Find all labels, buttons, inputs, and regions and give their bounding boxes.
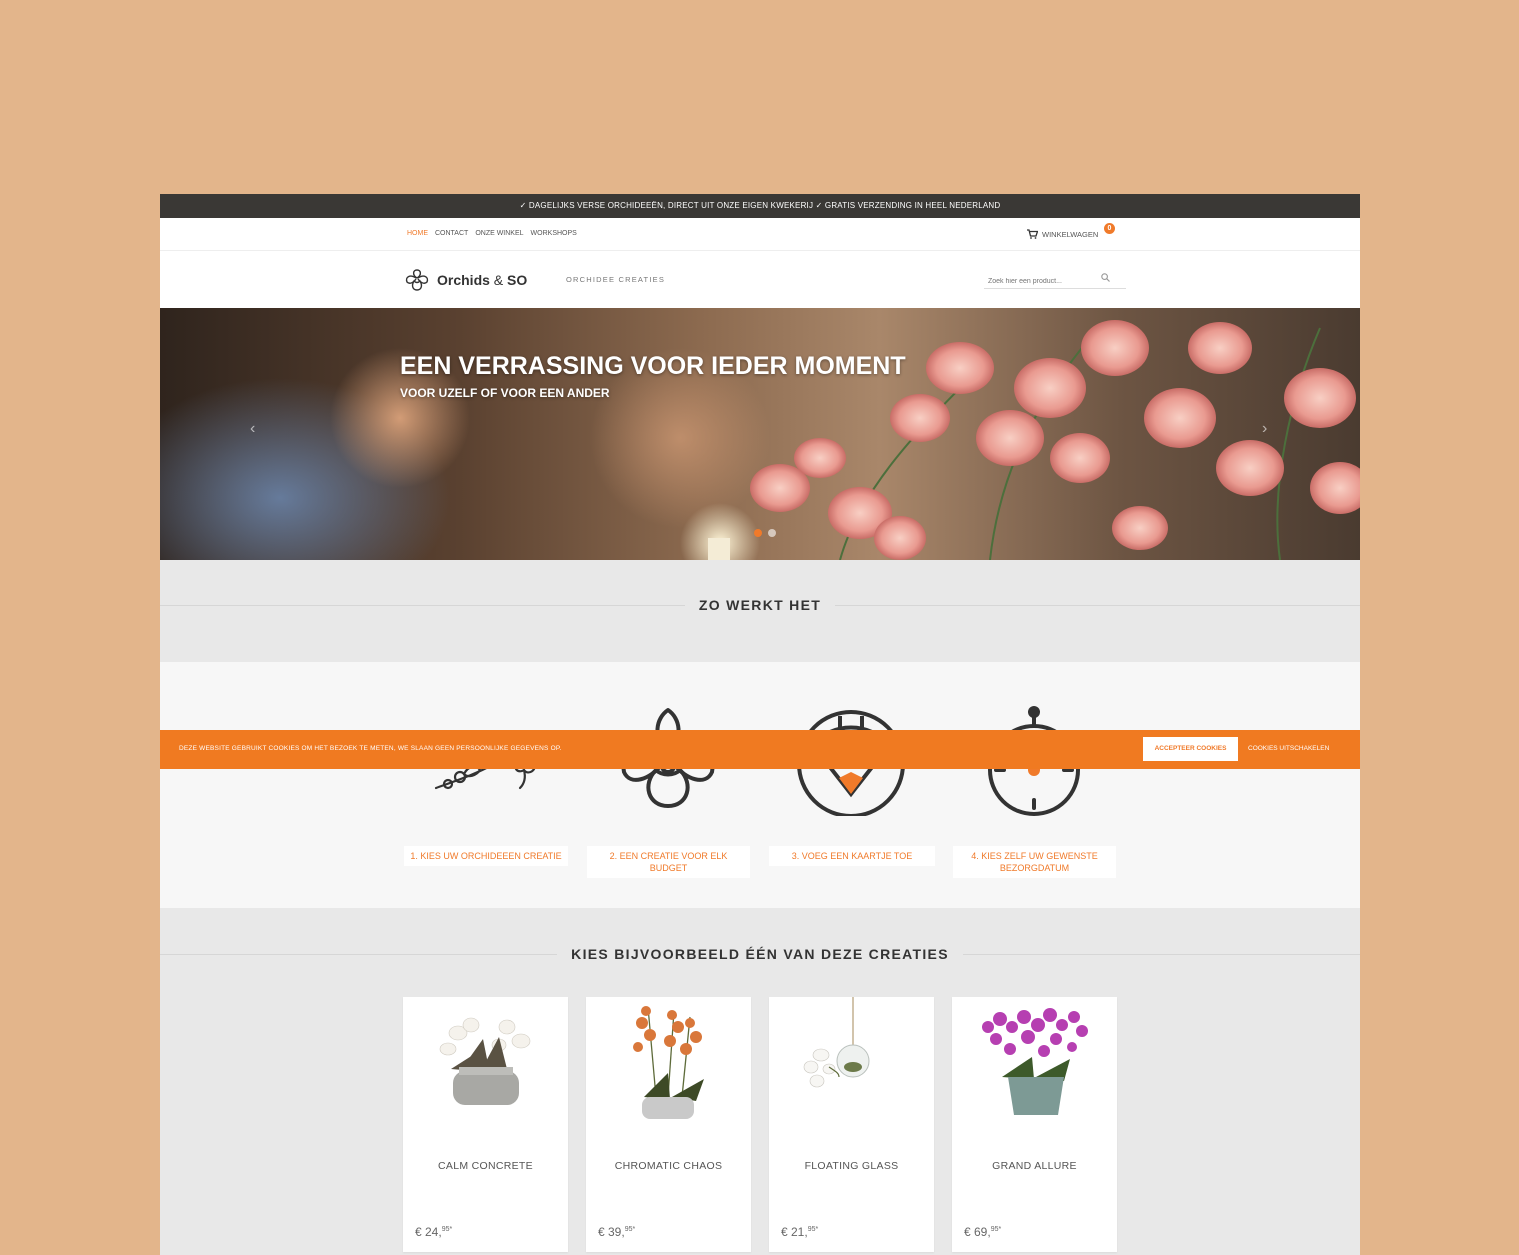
product-price: € 21,95* [781,1225,818,1239]
step-2-label: 2. EEN CREATIE VOOR ELK BUDGET [587,846,750,878]
logo-text-orchids: Orchids [437,272,490,288]
product-card-chromatic-chaos[interactable]: CHROMATIC CHAOS € 39,95* [586,997,751,1252]
hero-slider: EEN VERRASSING VOOR IEDER MOMENT VOOR UZ… [160,308,1360,560]
slider-next-arrow[interactable]: › [1262,420,1267,438]
step-4-label: 4. KIES ZELF UW GEWENSTE BEZORGDATUM [953,846,1116,878]
usp-text: ✓ DAGELIJKS VERSE ORCHIDEEËN, DIRECT UIT… [519,201,1001,210]
product-name: GRAND ALLURE [992,1160,1077,1172]
price-cents: 95* [441,1226,453,1233]
cart-link[interactable]: WINKELWAGEN 0 [1027,223,1115,239]
price-cents: 95* [624,1226,636,1233]
hero-background-image [160,320,1360,560]
product-price: € 24,95* [415,1225,452,1239]
hero-title: EEN VERRASSING VOOR IEDER MOMENT [400,352,906,380]
cart-label: WINKELWAGEN [1042,229,1099,239]
nav-item-home[interactable]: HOME [407,230,428,237]
slider-prev-arrow[interactable]: ‹ [250,420,255,438]
slider-dots [754,529,776,537]
price-cents: 95* [807,1226,819,1233]
accept-cookies-button[interactable]: ACCEPTEER COOKIES [1143,737,1238,761]
step-1-label: 1. KIES UW ORCHIDEEEN CREATIE [404,846,568,866]
how-it-works-steps: 1. KIES UW ORCHIDEEEN CREATIE 2. EEN CRE… [160,662,1360,908]
product-image [982,1008,1088,1115]
hero-subtitle: VOOR UZELF OF VOOR EEN ANDER [400,386,610,400]
nav-item-workshops[interactable]: WORKSHOPS [531,230,577,237]
top-navigation: HOME CONTACT ONZE WINKEL WORKSHOPS WINKE… [160,218,1360,251]
product-image [633,1006,704,1119]
search-icon[interactable] [1101,273,1110,282]
nav-item-contact[interactable]: CONTACT [435,230,468,237]
cart-icon [1027,229,1038,239]
usp-bar: ✓ DAGELIJKS VERSE ORCHIDEEËN, DIRECT UIT… [160,194,1360,218]
orchid-logo-icon [405,269,429,291]
products-section: KIES BIJVOORBEELD ÉÉN VAN DEZE CREATIES … [160,908,1360,1255]
product-name: CALM CONCRETE [438,1160,533,1172]
cart-count-badge: 0 [1104,223,1115,234]
product-price: € 39,95* [598,1225,635,1239]
nav-item-orchidee-creaties[interactable]: ORCHIDEE CREATIES [566,275,665,284]
products-heading: KIES BIJVOORBEELD ÉÉN VAN DEZE CREATIES [160,946,1360,962]
how-it-works-heading: ZO WERKT HET [160,597,1360,613]
search-input[interactable] [984,275,1102,288]
website-frame: ✓ DAGELIJKS VERSE ORCHIDEEËN, DIRECT UIT… [160,194,1360,1255]
site-header: Orchids & SO ORCHIDEE CREATIES [160,251,1360,308]
product-name: CHROMATIC CHAOS [614,1160,723,1172]
logo-text-so: SO [507,272,528,288]
nav-links: HOME CONTACT ONZE WINKEL WORKSHOPS [407,230,577,237]
product-card-calm-concrete[interactable]: CALM CONCRETE € 24,95* [403,997,568,1252]
step-3-label: 3. VOEG EEN KAARTJE TOE [769,846,935,866]
price-main: € 21, [781,1225,808,1239]
how-it-works-header: ZO WERKT HET [160,560,1360,662]
price-main: € 69, [964,1225,991,1239]
price-cents: 95* [990,1226,1002,1233]
logo-wordmark: Orchids & SO [437,272,527,288]
cookie-banner: DEZE WEBSITE GEBRUIKT COOKIES OM HET BEZ… [160,730,1360,769]
product-price: € 69,95* [964,1225,1001,1239]
how-it-works-heading-text: ZO WERKT HET [684,597,836,613]
product-card-floating-glass[interactable]: FLOATING GLASS € 21,95* [769,997,934,1252]
price-main: € 24, [415,1225,442,1239]
product-name: FLOATING GLASS [804,1160,899,1172]
disable-cookies-link[interactable]: COOKIES UITSCHAKELEN [1248,745,1329,752]
slider-dot-1[interactable] [754,529,762,537]
product-card-grand-allure[interactable]: GRAND ALLURE € 69,95* [952,997,1117,1252]
search-box [984,270,1126,289]
slider-dot-2[interactable] [768,529,776,537]
price-main: € 39, [598,1225,625,1239]
cookie-message: DEZE WEBSITE GEBRUIKT COOKIES OM HET BEZ… [179,745,562,752]
products-heading-text: KIES BIJVOORBEELD ÉÉN VAN DEZE CREATIES [557,946,963,962]
site-logo[interactable]: Orchids & SO [403,267,527,293]
product-image [803,997,870,1088]
nav-item-onze-winkel[interactable]: ONZE WINKEL [475,230,523,237]
product-image [439,1017,531,1105]
logo-text-amp: & [493,272,504,288]
